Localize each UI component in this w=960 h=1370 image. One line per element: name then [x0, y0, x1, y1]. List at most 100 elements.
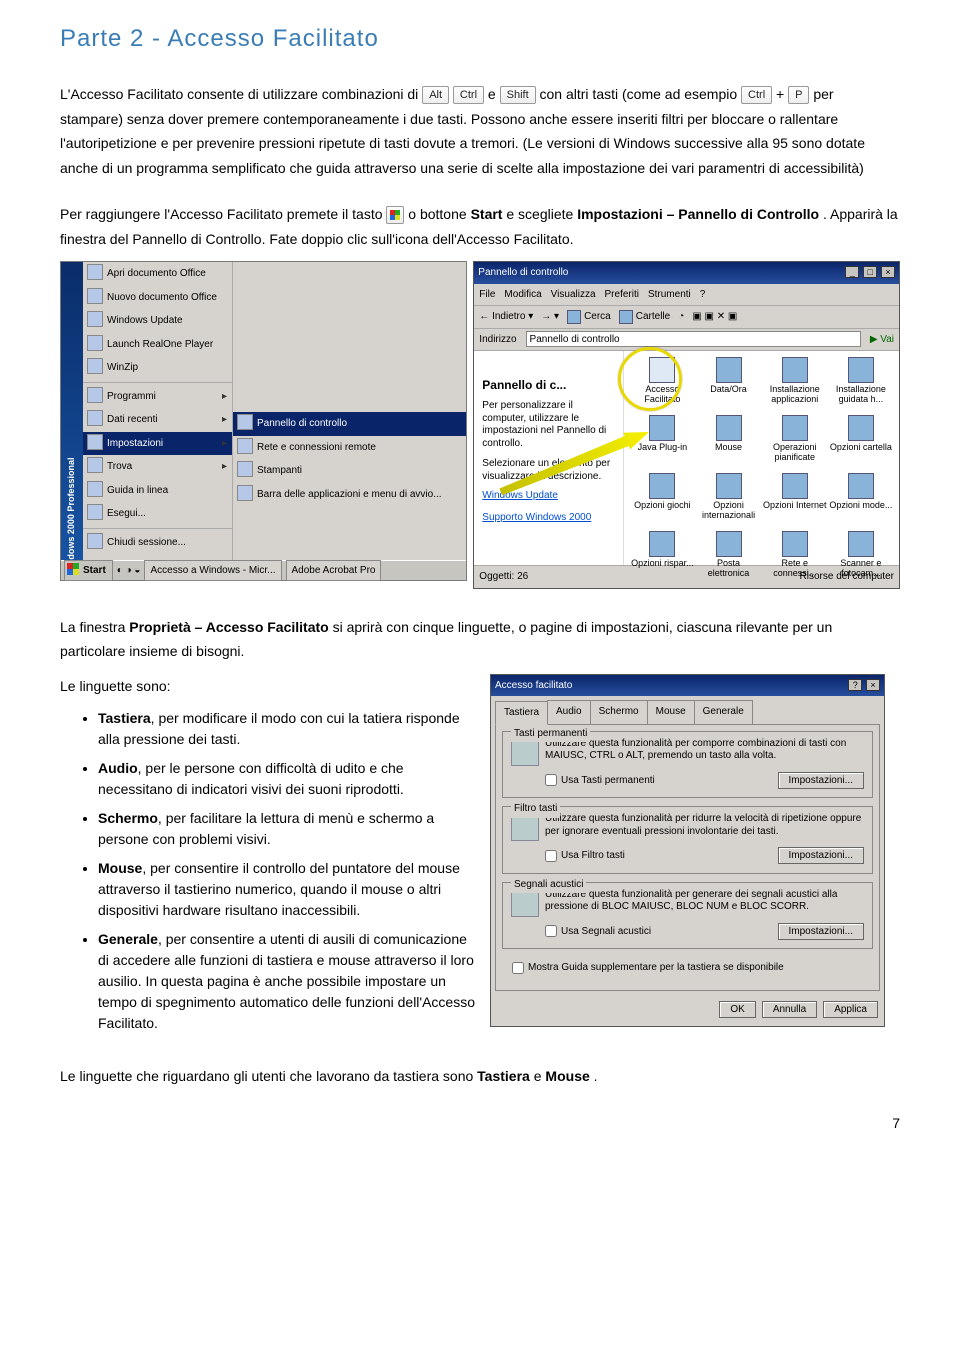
address-input[interactable]: [526, 331, 861, 347]
tab-description-item: Mouse, per consentire il controllo del p…: [98, 858, 480, 921]
cancel-button[interactable]: Annulla: [762, 1001, 817, 1018]
dialog-tab[interactable]: Tastiera: [495, 701, 548, 725]
tab-bar: TastieraAudioSchermoMouseGenerale: [491, 696, 884, 724]
control-panel-item[interactable]: Opzioni Internet: [763, 473, 827, 529]
control-panel-item[interactable]: Opzioni cartella: [829, 415, 893, 471]
closing-paragraph: Le linguette che riguardano gli utenti c…: [60, 1064, 900, 1089]
control-panel-item[interactable]: Data/Ora: [696, 357, 760, 413]
ok-button[interactable]: OK: [719, 1001, 755, 1018]
dialog-title: Accesso facilitato: [495, 677, 572, 695]
control-panel-item[interactable]: Java Plug-in: [630, 415, 694, 471]
group-sticky-keys: Tasti permanenti Utilizzare questa funzi…: [502, 731, 873, 799]
control-panel-item[interactable]: Accesso Facilitato: [630, 357, 694, 413]
tabs-description-row: Le linguette sono: Tastiera, per modific…: [60, 674, 900, 1043]
toggle-keys-settings-button[interactable]: Impostazioni...: [778, 923, 864, 940]
windows-update-link[interactable]: Windows Update: [482, 487, 615, 505]
start-menu-item[interactable]: WinZip: [83, 356, 232, 380]
control-panel-item[interactable]: Mouse: [696, 415, 760, 471]
taskbar-app-2[interactable]: Adobe Acrobat Pro: [286, 560, 382, 582]
start-menu-column-1: Apri documento OfficeNuovo documento Off…: [83, 262, 233, 580]
start-menu-item[interactable]: Rete e connessioni remote: [233, 436, 466, 460]
apply-button[interactable]: Applica: [823, 1001, 878, 1018]
filter-keys-checkbox[interactable]: Usa Filtro tasti: [545, 847, 625, 865]
start-menu-screenshot: Windows 2000 Professional Apri documento…: [60, 261, 467, 581]
sticky-keys-checkbox[interactable]: Usa Tasti permanenti: [545, 772, 655, 790]
search-button[interactable]: Cerca: [567, 308, 611, 326]
control-panel-item[interactable]: Opzioni rispar...: [630, 531, 694, 587]
window-titlebar: Pannello di controllo _ □ ×: [474, 262, 899, 284]
bold: Proprietà – Accesso Facilitato: [129, 619, 328, 635]
control-panel-item[interactable]: Opzioni mode...: [829, 473, 893, 529]
control-panel-item[interactable]: Rete e connessi...: [763, 531, 827, 587]
folders-button[interactable]: Cartelle: [619, 308, 670, 326]
control-panel-item[interactable]: Scanner e fotocam...: [829, 531, 893, 587]
pane-text: Per personalizzare il computer, utilizza…: [482, 400, 615, 450]
taskbar: Start ◐ ◑ ◒ Accesso a Windows - Micr... …: [61, 560, 466, 580]
text: e: [488, 86, 500, 102]
filter-keys-settings-button[interactable]: Impostazioni...: [778, 847, 864, 864]
start-menu-item[interactable]: Chiudi sessione...: [83, 531, 232, 555]
close-button[interactable]: ×: [881, 266, 895, 278]
extra-help-checkbox[interactable]: Mostra Guida supplementare per la tastie…: [512, 959, 784, 977]
forward-button[interactable]: → ▾: [541, 308, 559, 326]
start-menu-item[interactable]: Launch RealOne Player: [83, 333, 232, 357]
start-menu-item[interactable]: Pannello di controllo: [233, 412, 466, 436]
page-number: 7: [60, 1111, 900, 1136]
start-menu-item[interactable]: Apri documento Office: [83, 262, 232, 286]
control-panel-item[interactable]: Installazione applicazioni: [763, 357, 827, 413]
toggle-keys-checkbox[interactable]: Usa Segnali acustici: [545, 923, 651, 941]
start-menu-item[interactable]: Dati recenti: [83, 408, 232, 432]
start-menu-item[interactable]: Esegui...: [83, 502, 232, 526]
menu-item[interactable]: ?: [700, 286, 706, 304]
control-panel-item[interactable]: Posta elettronica: [696, 531, 760, 587]
dialog-tab[interactable]: Schermo: [590, 700, 648, 724]
menubar: File Modifica Visualizza Preferiti Strumenti…: [474, 284, 899, 307]
tabs-intro: Le linguette sono:: [60, 674, 480, 699]
maximize-button[interactable]: □: [863, 266, 877, 278]
start-button[interactable]: Start: [64, 560, 113, 582]
start-menu-item[interactable]: Nuovo documento Office: [83, 286, 232, 310]
menu-item[interactable]: Visualizza: [551, 286, 596, 304]
menu-item[interactable]: File: [479, 286, 495, 304]
menu-item[interactable]: Strumenti: [648, 286, 691, 304]
control-panel-item[interactable]: Opzioni giochi: [630, 473, 694, 529]
dialog-tab[interactable]: Mouse: [647, 700, 695, 724]
extra-checkbox-row: Mostra Guida supplementare per la tastie…: [502, 957, 873, 984]
start-menu-item[interactable]: Stampanti: [233, 459, 466, 483]
control-panel-item[interactable]: Opzioni internazionali: [696, 473, 760, 529]
key-shift: Shift: [500, 86, 536, 104]
toolbar-icons[interactable]: ▣ ▣ ✕ ▣: [692, 308, 737, 326]
text: La finestra: [60, 619, 129, 635]
key-ctrl: Ctrl: [453, 86, 484, 104]
tab-description-item: Audio, per le persone con difficoltà di …: [98, 758, 480, 800]
go-button[interactable]: ▶ Vai: [870, 331, 894, 349]
start-menu-item[interactable]: Programmi: [83, 385, 232, 409]
menu-item[interactable]: Preferiti: [605, 286, 639, 304]
history-icon[interactable]: ◔: [678, 308, 684, 326]
back-button[interactable]: ← Indietro ▾: [479, 308, 533, 326]
bold: Tastiera: [477, 1068, 530, 1084]
start-menu-submenu: Pannello di controlloRete e connessioni …: [233, 262, 466, 580]
sticky-keys-settings-button[interactable]: Impostazioni...: [778, 772, 864, 789]
start-menu-item[interactable]: Guida in linea: [83, 479, 232, 503]
minimize-button[interactable]: _: [845, 266, 859, 278]
bold-path: Impostazioni – Pannello di Controllo: [577, 206, 819, 222]
text: e: [534, 1068, 546, 1084]
instruction-paragraph: Per raggiungere l'Accesso Facilitato pre…: [60, 202, 900, 251]
group-text: Utilizzare questa funzionalità per gener…: [545, 889, 864, 914]
help-button[interactable]: ?: [848, 679, 862, 691]
support-link[interactable]: Supporto Windows 2000: [482, 509, 615, 527]
start-menu-item[interactable]: Barra delle applicazioni e menu di avvio…: [233, 483, 466, 507]
start-menu-item[interactable]: Trova: [83, 455, 232, 479]
control-panel-item[interactable]: Operazioni pianificate: [763, 415, 827, 471]
start-menu-item[interactable]: Impostazioni: [83, 432, 232, 456]
dialog-tab[interactable]: Audio: [547, 700, 591, 724]
taskbar-app-1[interactable]: Accesso a Windows - Micr...: [144, 560, 281, 582]
control-panel-item[interactable]: Installazione guidata h...: [829, 357, 893, 413]
dialog-tab[interactable]: Generale: [694, 700, 753, 724]
menu-item[interactable]: Modifica: [504, 286, 541, 304]
start-menu-item[interactable]: Windows Update: [83, 309, 232, 333]
address-bar: Indirizzo ▶ Vai: [474, 329, 899, 352]
text: e scegliete: [506, 206, 577, 222]
close-button[interactable]: ×: [866, 679, 880, 691]
